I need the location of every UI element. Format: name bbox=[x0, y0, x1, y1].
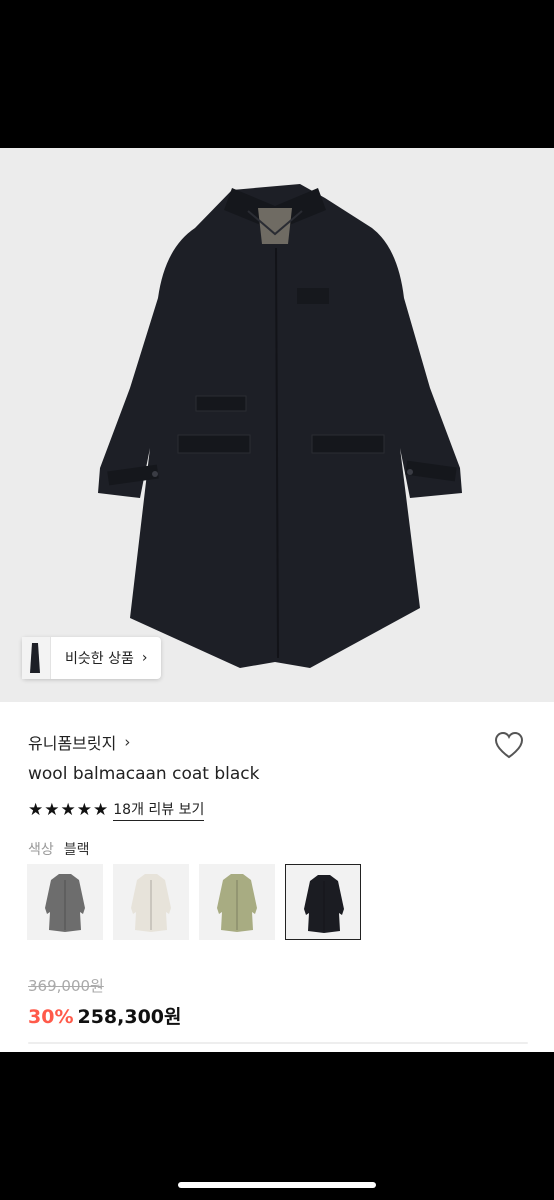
product-image[interactable] bbox=[0, 148, 554, 702]
color-swatch-olive[interactable] bbox=[199, 864, 275, 940]
chevron-right-icon: › bbox=[141, 650, 148, 666]
original-price: 369,000원 bbox=[28, 977, 104, 995]
color-swatches bbox=[27, 864, 371, 940]
price-row: 30% 258,300원 bbox=[28, 1002, 182, 1029]
similar-thumb-image bbox=[22, 637, 51, 679]
brand-name: 유니폼브릿지 bbox=[28, 734, 117, 753]
color-value: 블랙 bbox=[63, 842, 90, 858]
star-icon: ★ bbox=[28, 800, 44, 820]
color-row: 색상 블랙 bbox=[28, 839, 90, 859]
heart-icon[interactable] bbox=[492, 728, 526, 762]
product-info: 유니폼브릿지 › wool balmacaan coat black ★ ★ ★ ★ ★… bbox=[0, 702, 554, 1052]
color-swatch-gray[interactable] bbox=[27, 864, 103, 940]
color-swatch-black[interactable] bbox=[285, 864, 361, 940]
discount-rate: 30% bbox=[28, 1006, 74, 1028]
star-icon: ★ bbox=[60, 800, 76, 820]
rating-row: ★ ★ ★ ★ ★ 18개 리뷰 보기 bbox=[28, 799, 205, 821]
similar-products-button[interactable]: 비슷한 상품 › bbox=[22, 637, 162, 679]
star-rating: ★ ★ ★ ★ ★ bbox=[28, 801, 109, 819]
final-price: 258,300원 bbox=[77, 1006, 182, 1028]
star-icon: ★ bbox=[76, 800, 92, 820]
home-indicator[interactable] bbox=[178, 1182, 376, 1188]
coat-image bbox=[98, 184, 462, 668]
status-bar-area bbox=[0, 0, 554, 148]
product-name: wool balmacaan coat black bbox=[28, 764, 260, 784]
divider bbox=[28, 1042, 528, 1044]
star-icon: ★ bbox=[93, 800, 109, 820]
chevron-right-icon: › bbox=[124, 733, 131, 751]
review-link[interactable]: 18개 리뷰 보기 bbox=[113, 799, 205, 821]
brand-link[interactable]: 유니폼브릿지 › bbox=[28, 730, 130, 754]
color-label: 색상 bbox=[28, 842, 54, 858]
color-swatch-ivory[interactable] bbox=[113, 864, 189, 940]
star-icon: ★ bbox=[44, 800, 60, 820]
similar-products-label: 비슷한 상품 bbox=[65, 651, 134, 667]
bottom-bar bbox=[0, 1052, 554, 1200]
